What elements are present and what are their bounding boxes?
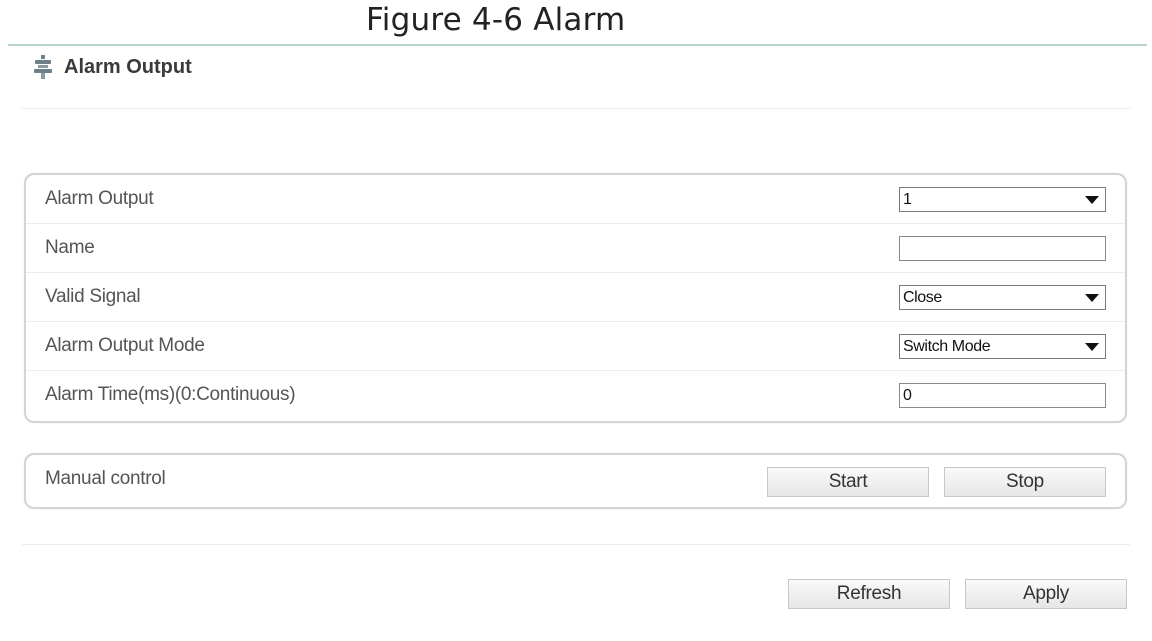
chevron-down-icon xyxy=(1085,343,1099,351)
chevron-down-icon xyxy=(1085,294,1099,302)
alarm-output-mode-row: Alarm Output Mode Switch Mode xyxy=(26,322,1125,371)
refresh-button[interactable]: Refresh xyxy=(788,579,950,609)
name-input[interactable] xyxy=(899,236,1106,261)
page-header: Alarm Output xyxy=(32,54,192,80)
alarm-output-select-value: 1 xyxy=(903,191,912,208)
apply-button[interactable]: Apply xyxy=(965,579,1127,609)
name-row: Name xyxy=(26,224,1125,273)
stop-button[interactable]: Stop xyxy=(944,467,1106,497)
alarm-time-input[interactable] xyxy=(899,383,1106,408)
alarm-output-mode-select-value: Switch Mode xyxy=(903,338,991,355)
alarm-output-settings-panel: Alarm Output 1 Name Valid Signal Close A… xyxy=(24,173,1127,423)
alarm-output-label: Alarm Output xyxy=(45,188,154,209)
footer-divider xyxy=(22,544,1130,545)
name-label: Name xyxy=(45,237,95,258)
manual-control-label: Manual control xyxy=(45,468,166,489)
alarm-time-label: Alarm Time(ms)(0:Continuous) xyxy=(45,384,296,405)
caption-divider xyxy=(8,44,1147,46)
start-button[interactable]: Start xyxy=(767,467,929,497)
alarm-time-row: Alarm Time(ms)(0:Continuous) xyxy=(26,371,1125,420)
figure-caption: Figure 4-6 Alarm xyxy=(366,2,626,38)
alarm-output-icon xyxy=(34,55,52,79)
manual-control-panel: Manual control Start Stop xyxy=(24,453,1127,509)
valid-signal-label: Valid Signal xyxy=(45,286,141,307)
valid-signal-select-value: Close xyxy=(903,289,942,306)
valid-signal-select[interactable]: Close xyxy=(899,285,1106,310)
header-divider xyxy=(22,108,1130,109)
valid-signal-row: Valid Signal Close xyxy=(26,273,1125,322)
alarm-output-mode-label: Alarm Output Mode xyxy=(45,335,205,356)
chevron-down-icon xyxy=(1085,196,1099,204)
page-title: Alarm Output xyxy=(64,55,192,78)
alarm-output-select[interactable]: 1 xyxy=(899,187,1106,212)
alarm-output-mode-select[interactable]: Switch Mode xyxy=(899,334,1106,359)
alarm-output-row: Alarm Output 1 xyxy=(26,175,1125,224)
